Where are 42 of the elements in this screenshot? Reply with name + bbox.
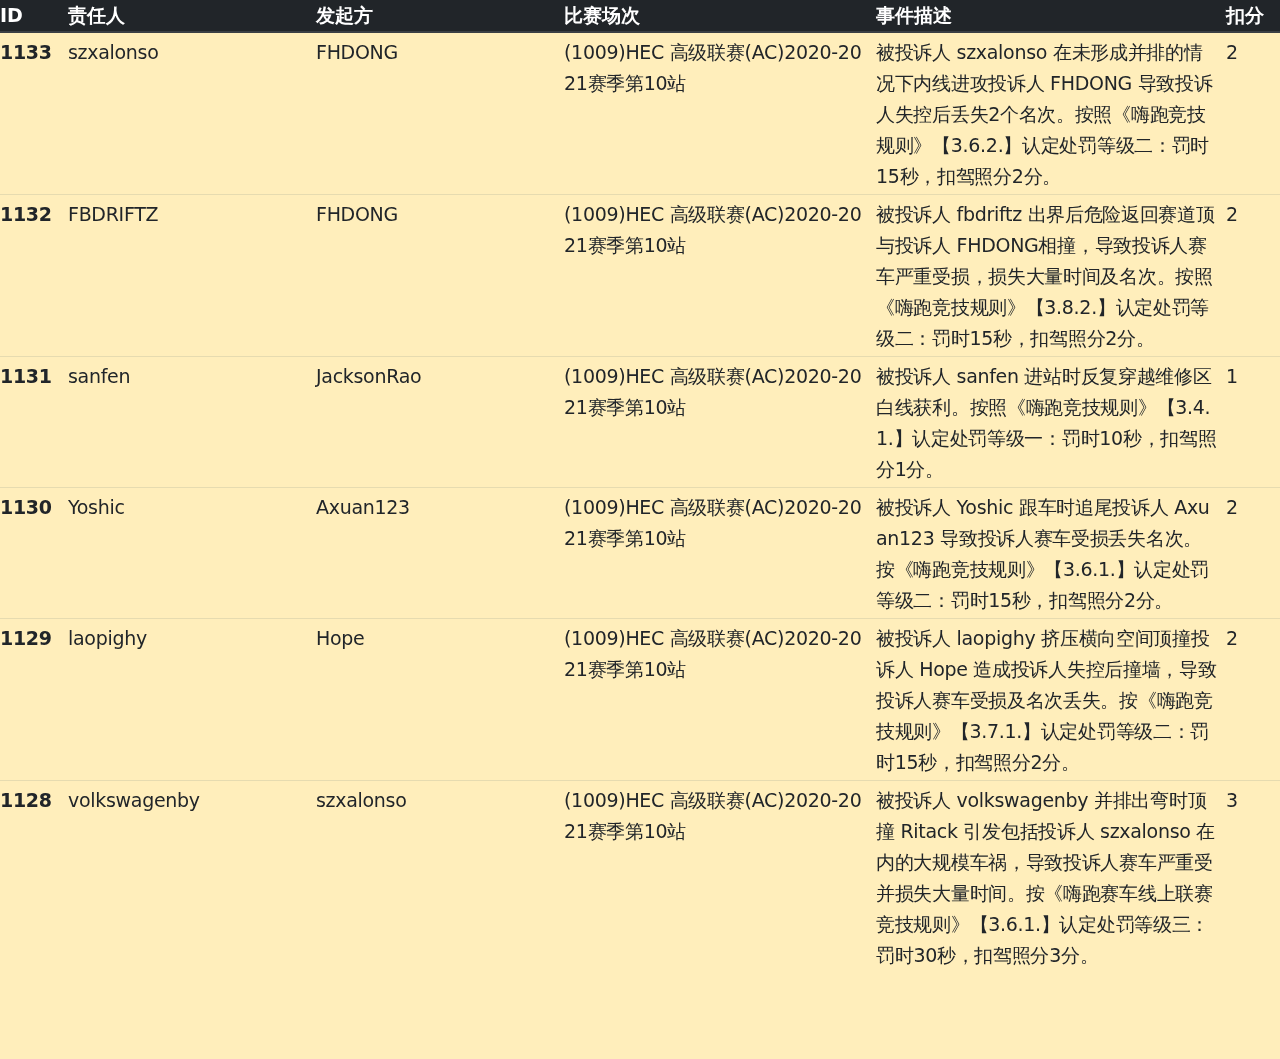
column-header: 事件描述 xyxy=(876,0,1226,33)
responsible-cell: Yoshic xyxy=(68,487,316,618)
id-cell: 1132 xyxy=(0,194,68,356)
initiator-cell: JacksonRao xyxy=(316,356,564,487)
initiator-cell: Hope xyxy=(316,618,564,780)
points-cell: 2 xyxy=(1226,618,1280,780)
race-cell-text: (1009)HEC 高级联赛(AC)2020-2021赛季第10站 xyxy=(564,40,863,96)
responsible-cell-text: szxalonso xyxy=(68,40,160,65)
initiator-cell: szxalonso xyxy=(316,780,564,973)
column-header: 责任人 xyxy=(68,0,316,33)
column-header: 比赛场次 xyxy=(564,0,876,33)
initiator-cell: FHDONG xyxy=(316,194,564,356)
description-cell-text: 被投诉人 szxalonso 在未形成并排的情况下内线进攻投诉人 FHDONG 导致投诉人失控后丢失2个名次。按照《嗨跑竞技规则》【3.6.2.】认定处罚等级二：罚时15秒，扣驾照分2分。 xyxy=(876,40,1214,189)
description-cell: 被投诉人 laopighy 挤压横向空间顶撞投诉人 Hope 造成投诉人失控后撞墙，导致投诉人赛车受损及名次丢失。按《嗨跑竞技规则》【3.7.1.】认定处罚等级二：罚时15秒，扣驾照分2分。 xyxy=(876,618,1226,780)
initiator-cell: Axuan123 xyxy=(316,487,564,618)
id-cell: 1128 xyxy=(0,780,68,973)
race-cell: (1009)HEC 高级联赛(AC)2020-2021赛季第10站 xyxy=(564,780,876,973)
race-cell: (1009)HEC 高级联赛(AC)2020-2021赛季第10站 xyxy=(564,356,876,487)
race-cell: (1009)HEC 高级联赛(AC)2020-2021赛季第10站 xyxy=(564,487,876,618)
description-cell: 被投诉人 fbdriftz 出界后危险返回赛道顶与投诉人 FHDONG相撞，导致投诉人赛车严重受损，损失大量时间及名次。按照《嗨跑竞技规则》【3.8.2.】认定处罚等级二：罚时15秒，扣驾照分2分。 xyxy=(876,194,1226,356)
initiator-cell-text: FHDONG xyxy=(316,40,399,65)
points-cell: 1 xyxy=(1226,356,1280,487)
id-cell: 1131 xyxy=(0,356,68,487)
responsible-cell: laopighy xyxy=(68,618,316,780)
responsible-cell: FBDRIFTZ xyxy=(68,194,316,356)
description-cell: 被投诉人 sanfen 进站时反复穿越维修区白线获利。按照《嗨跑竞技规则》【3.4.1.】认定处罚等级一：罚时10秒，扣驾照分1分。 xyxy=(876,356,1226,487)
race-cell: (1009)HEC 高级联赛(AC)2020-2021赛季第10站 xyxy=(564,194,876,356)
points-cell: 2 xyxy=(1226,194,1280,356)
points-cell: 3 xyxy=(1226,780,1280,973)
column-header: 扣分 xyxy=(1226,0,1280,33)
points-cell-text: 2 xyxy=(1226,40,1239,65)
responsible-cell: volkswagenby xyxy=(68,780,316,973)
column-header: 发起方 xyxy=(316,0,564,33)
points-cell: 2 xyxy=(1226,487,1280,618)
id-cell: 1130 xyxy=(0,487,68,618)
id-cell: 1129 xyxy=(0,618,68,780)
description-cell: 被投诉人 Yoshic 跟车时追尾投诉人 Axuan123 导致投诉人赛车受损丢失名次。按《嗨跑竞技规则》【3.6.1.】认定处罚等级二：罚时15秒，扣驾照分2分。 xyxy=(876,487,1226,618)
id-cell-text: 1133 xyxy=(0,40,53,65)
race-cell: (1009)HEC 高级联赛(AC)2020-2021赛季第10站 xyxy=(564,618,876,780)
responsible-cell: sanfen xyxy=(68,356,316,487)
description-cell: 被投诉人 volkswagenby 并排出弯时顶撞 Ritack 引发包括投诉人 szxalonso 在内的大规模车祸，导致投诉人赛车严重受并损失大量时间。按《嗨跑赛车线上联赛竞技规则》【3.6.1.】认定处罚等级三：罚时30秒，扣驾照分3分。 xyxy=(876,780,1226,973)
column-header: ID xyxy=(0,0,68,33)
